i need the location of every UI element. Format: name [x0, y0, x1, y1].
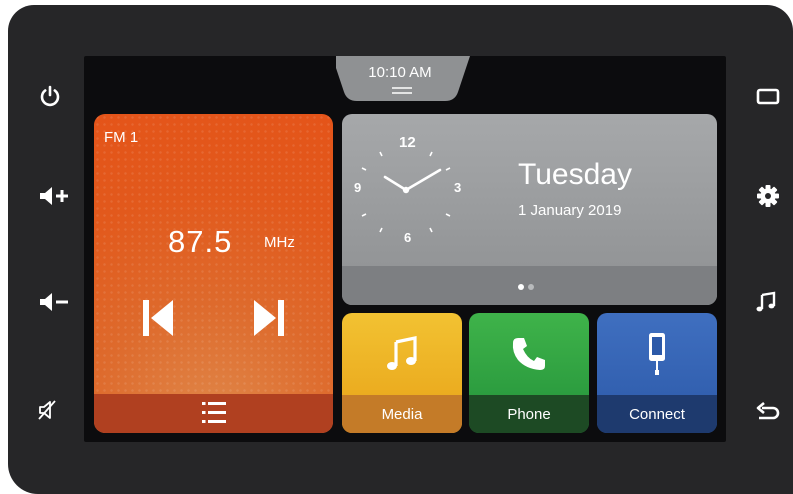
home-button[interactable] — [748, 76, 788, 116]
volume-up-button[interactable] — [34, 176, 74, 216]
power-icon — [40, 85, 60, 107]
station-list-button[interactable] — [94, 394, 333, 433]
radio-frequency: 87.5 — [168, 224, 233, 259]
status-tab[interactable]: 10:10 AM — [336, 56, 474, 101]
media-tile-label: Media — [342, 395, 462, 433]
back-icon — [756, 402, 780, 420]
menu-handle-icon — [392, 87, 412, 94]
media-tile[interactable]: Media — [342, 313, 462, 433]
power-button[interactable] — [30, 76, 70, 116]
home-icon — [756, 88, 780, 105]
page-dot[interactable] — [528, 284, 534, 290]
settings-icon — [757, 185, 779, 207]
page-dot-active[interactable] — [518, 284, 524, 290]
page-indicator[interactable] — [518, 284, 534, 290]
dial-number-3: 3 — [454, 180, 462, 195]
music-note-icon — [756, 291, 776, 312]
skip-previous-icon — [143, 300, 173, 336]
radio-widget[interactable]: FM 1 87.5 MHz — [94, 114, 333, 433]
weekday-label: Tuesday — [518, 158, 632, 191]
dial-number-12: 12 — [399, 134, 416, 151]
phone-tile-label: Phone — [469, 395, 589, 433]
music-button[interactable] — [746, 282, 786, 322]
phone-tile[interactable]: Phone — [469, 313, 589, 433]
radio-band: FM 1 — [104, 129, 139, 146]
settings-button[interactable] — [748, 176, 788, 216]
music-note-icon — [387, 336, 417, 370]
date-label: 1 January 2019 — [518, 202, 622, 219]
clock-widget[interactable]: 12 3 6 9 Tuesday 1 January 2019 — [342, 114, 717, 305]
skip-next-icon — [254, 300, 284, 336]
phone-icon — [512, 338, 545, 370]
dial-number-6: 6 — [404, 230, 412, 245]
list-icon — [202, 402, 226, 423]
connect-tile-label: Connect — [597, 395, 717, 433]
smartphone-cable-icon — [649, 333, 665, 375]
dial-number-9: 9 — [354, 180, 362, 195]
mute-icon — [38, 400, 56, 420]
volume-up-icon — [40, 187, 68, 205]
back-button[interactable] — [748, 392, 788, 432]
mute-button[interactable] — [28, 390, 68, 430]
previous-station-button[interactable] — [140, 297, 176, 339]
volume-down-icon — [40, 293, 68, 311]
status-time: 10:10 AM — [368, 64, 432, 81]
connect-tile[interactable]: Connect — [597, 313, 717, 433]
volume-down-button[interactable] — [34, 282, 74, 322]
frequency-unit: MHz — [264, 234, 295, 251]
next-station-button[interactable] — [251, 297, 287, 339]
